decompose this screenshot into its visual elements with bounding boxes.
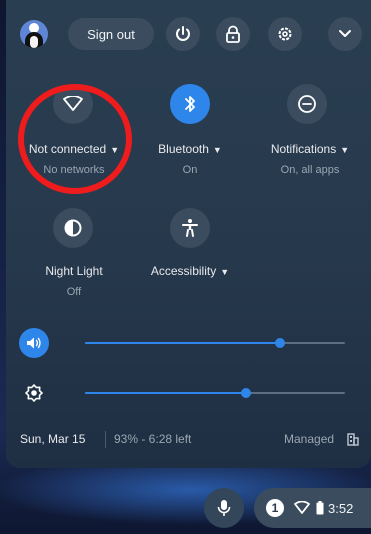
accessibility-toggle[interactable] <box>170 208 210 248</box>
gear-icon <box>278 27 292 41</box>
accessibility-icon <box>182 219 198 237</box>
volume-icon <box>27 337 41 349</box>
notifications-toggle[interactable] <box>287 84 327 124</box>
quick-settings-panel: Sign out Not connected ▼ No networks Blu… <box>6 0 371 468</box>
notifications-menu-caret[interactable]: ▼ <box>340 145 349 155</box>
sign-out-button[interactable]: Sign out <box>68 18 154 50</box>
notifications-status: On, all apps <box>280 164 340 176</box>
date-label[interactable]: Sun, Mar 15 <box>20 432 85 446</box>
bluetooth-toggle[interactable] <box>170 84 210 124</box>
notifications-label[interactable]: Notifications ▼ <box>262 142 358 156</box>
bluetooth-label[interactable]: Bluetooth ▼ <box>146 142 234 156</box>
lock-icon <box>226 25 240 43</box>
night-light-toggle[interactable] <box>53 208 93 248</box>
brightness-slider-fill <box>85 392 246 394</box>
lock-button[interactable] <box>216 17 250 51</box>
night-light-icon <box>64 219 82 237</box>
avatar[interactable] <box>20 20 48 48</box>
battery-status[interactable]: 93% - 6:28 left <box>114 432 191 446</box>
accessibility-label[interactable]: Accessibility ▼ <box>140 264 240 278</box>
brightness-slider[interactable] <box>85 388 345 398</box>
battery-icon <box>316 501 324 515</box>
bluetooth-icon <box>185 96 195 112</box>
managed-label[interactable]: Managed <box>284 432 334 446</box>
bluetooth-menu-caret[interactable]: ▼ <box>213 145 222 155</box>
volume-slider-handle[interactable] <box>275 338 285 348</box>
wifi-status-icon <box>294 501 310 514</box>
chevron-down-icon <box>339 30 351 37</box>
dictation-button[interactable] <box>204 488 244 528</box>
night-light-status: Off <box>66 286 82 298</box>
accessibility-menu-caret[interactable]: ▼ <box>220 267 229 277</box>
volume-button[interactable] <box>19 328 49 358</box>
status-area[interactable]: 1 3:52 <box>254 488 371 528</box>
power-icon <box>176 26 190 41</box>
clock: 3:52 <box>328 500 354 516</box>
settings-button[interactable] <box>268 17 302 51</box>
microphone-icon <box>217 500 231 516</box>
footer-divider <box>105 431 106 448</box>
volume-slider-fill <box>85 342 280 344</box>
highlight-ring <box>18 84 132 194</box>
notifications-icon <box>298 95 316 113</box>
collapse-button[interactable] <box>328 17 362 51</box>
bluetooth-status: On <box>182 164 198 176</box>
notification-count: 1 <box>271 501 279 515</box>
power-button[interactable] <box>166 17 200 51</box>
brightness-icon <box>25 384 43 402</box>
notification-count-badge[interactable]: 1 <box>266 499 284 517</box>
brightness-button[interactable] <box>19 378 49 408</box>
brightness-slider-handle[interactable] <box>241 388 251 398</box>
enterprise-building-icon[interactable] <box>347 433 359 446</box>
volume-slider[interactable] <box>85 338 345 348</box>
night-light-label[interactable]: Night Light <box>26 264 122 278</box>
